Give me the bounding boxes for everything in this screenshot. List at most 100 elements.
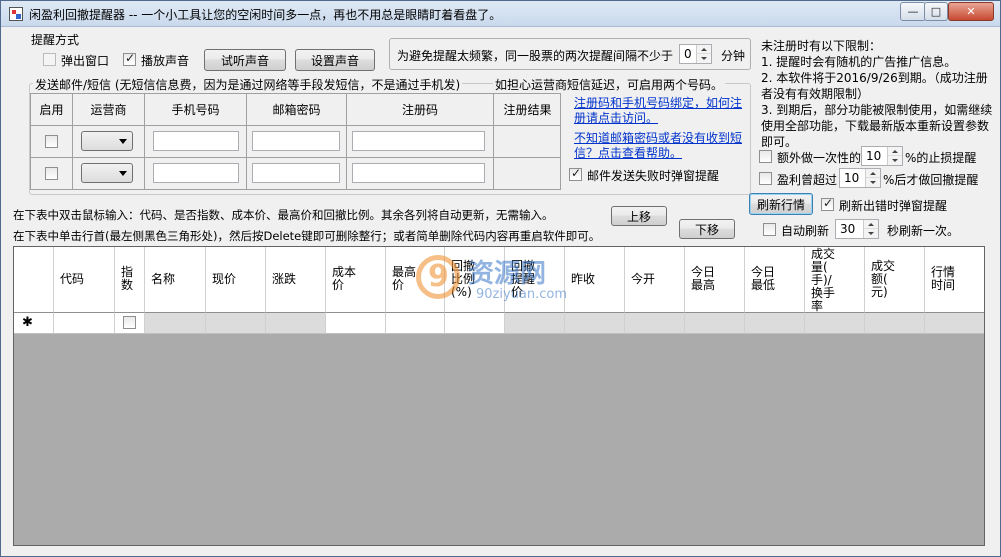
grid-col-price[interactable]: 现价 — [206, 247, 266, 313]
grid-row-header-corner — [14, 247, 54, 313]
chevron-down-icon — [119, 139, 127, 144]
grid-col-index[interactable]: 指 数 — [115, 247, 145, 313]
grid-col-day-high[interactable]: 今日 最高 — [685, 247, 745, 313]
stock-grid[interactable]: 代码 指 数 名称 现价 涨跌 成本 价 最高 价 回撤 比例 (%) 回撤 提… — [13, 246, 985, 546]
sms-col-reg-result: 注册结果 — [494, 94, 561, 126]
sms-col-email-password: 邮箱密码 — [247, 94, 347, 126]
auto-refresh-checkbox[interactable] — [763, 223, 776, 236]
sound-label: 播放声音 — [141, 54, 190, 68]
email-help-link[interactable]: 不知道邮箱密码或者没有收到短信？点击查看帮助。 — [574, 131, 744, 161]
sms-row-2-phone-input[interactable] — [153, 163, 239, 183]
profit-stepper-buttons[interactable] — [865, 169, 880, 187]
auto-refresh-value: 30 — [840, 222, 856, 236]
grid-col-prev-close[interactable]: 昨收 — [565, 247, 625, 313]
sms-row-1-result — [494, 126, 561, 158]
sms-row-2-password — [247, 158, 347, 190]
grid-new-row-header[interactable]: ✱ — [14, 313, 54, 334]
sms-row-1-phone-input[interactable] — [153, 131, 239, 151]
profit-checkbox[interactable] — [759, 172, 772, 185]
grid-col-volume[interactable]: 成交 量( 手)/ 换手 率 — [805, 247, 865, 313]
move-down-button[interactable]: 下移 — [679, 219, 735, 239]
grid-col-turnover[interactable]: 成交 额( 元) — [865, 247, 925, 313]
stepper-down-icon[interactable] — [697, 54, 711, 63]
interval-text: 为避免提醒太频繁，同一股票的两次提醒间隔不少于 — [397, 49, 674, 63]
auto-refresh-stepper-buttons[interactable] — [863, 220, 878, 238]
interval-stepper-buttons[interactable] — [696, 45, 711, 63]
refresh-error-checkbox[interactable] — [821, 196, 834, 211]
instruction-line-2: 在下表中单击行首(最左侧黑色三角形处)，然后按Delete键即可删除整行；或者简… — [13, 229, 601, 243]
stepper-down-icon[interactable] — [864, 229, 878, 238]
grid-cell-drawdown-ratio[interactable] — [445, 313, 505, 334]
grid-cell-code[interactable] — [54, 313, 115, 334]
sms-row-1-password — [247, 126, 347, 158]
set-sound-button[interactable]: 设置声音 — [295, 49, 375, 71]
grid-cell-prev-close — [565, 313, 625, 334]
new-row-marker-icon: ✱ — [22, 315, 33, 330]
grid-cell-index[interactable] — [115, 313, 145, 334]
sms-row-2-password-input[interactable] — [252, 163, 340, 183]
stepper-up-icon[interactable] — [866, 169, 880, 178]
stepper-up-icon[interactable] — [864, 220, 878, 229]
grid-col-cost[interactable]: 成本 价 — [326, 247, 386, 313]
sms-row-2-phone — [145, 158, 247, 190]
refresh-error-label: 刷新出错时弹窗提醒 — [839, 199, 948, 213]
auto-refresh-stepper[interactable]: 30 — [835, 219, 879, 239]
auto-refresh-label: 自动刷新 — [781, 224, 830, 238]
grid-col-code[interactable]: 代码 — [54, 247, 115, 313]
popup-checkbox[interactable] — [43, 53, 56, 66]
notice-line-3: 3. 到期后，部分功能被限制使用，如需继续使用全部功能，下载最新版本重新设置参数… — [761, 103, 993, 149]
grid-cell-price — [206, 313, 266, 334]
grid-col-quote-time[interactable]: 行情 时间 — [925, 247, 984, 313]
sms-row-1-carrier-select[interactable] — [81, 131, 133, 151]
stoploss-stepper-buttons[interactable] — [887, 147, 902, 165]
grid-index-checkbox[interactable] — [123, 316, 136, 329]
profit-stepper[interactable]: 10 — [839, 168, 881, 188]
sms-col-enable: 启用 — [31, 94, 73, 126]
sound-checkbox[interactable] — [123, 51, 136, 66]
grid-col-change[interactable]: 涨跌 — [266, 247, 326, 313]
sms-row-2-regcode-input[interactable] — [352, 163, 485, 183]
grid-col-label: 代码 — [60, 272, 85, 286]
stepper-up-icon[interactable] — [697, 45, 711, 54]
send-fail-popup-checkbox[interactable] — [569, 166, 582, 181]
grid-col-drawdown-price[interactable]: 回撤 提醒 价 — [505, 247, 565, 313]
sms-row-1-enable-checkbox[interactable] — [45, 135, 58, 148]
app-window: 闲盈利回撤提醒器 -- 一个小工具让您的空闲时间多一点，再也不用总是眼睛盯着看盘… — [0, 0, 1001, 557]
grid-cell-drawdown-price — [505, 313, 565, 334]
sms-row-1-enable — [31, 126, 73, 158]
minimize-button[interactable]: — — [900, 2, 926, 21]
refresh-quotes-button[interactable]: 刷新行情 — [749, 193, 813, 215]
stoploss-checkbox[interactable] — [759, 150, 772, 163]
sms-row-2-enable — [31, 158, 73, 190]
sms-row-1-regcode-input[interactable] — [352, 131, 485, 151]
grid-col-open[interactable]: 今开 — [625, 247, 685, 313]
reminder-group-title: 提醒方式 — [31, 33, 80, 47]
grid-col-label: 名称 — [151, 272, 176, 286]
grid-col-label: 今开 — [631, 272, 656, 286]
sms-row-2-enable-checkbox[interactable] — [45, 167, 58, 180]
test-sound-button[interactable]: 试听声音 — [204, 49, 286, 71]
sms-row-1-password-input[interactable] — [252, 131, 340, 151]
grid-col-name[interactable]: 名称 — [145, 247, 206, 313]
grid-col-day-low[interactable]: 今日 最低 — [745, 247, 805, 313]
maximize-button[interactable]: □ — [924, 2, 948, 21]
grid-col-drawdown-ratio[interactable]: 回撤 比例 (%) — [445, 247, 505, 313]
profit-suffix: %后才做回撤提醒 — [883, 173, 979, 187]
stoploss-stepper[interactable]: 10 — [861, 146, 903, 166]
interval-stepper[interactable]: 0 — [679, 44, 712, 64]
stepper-down-icon[interactable] — [888, 156, 902, 165]
grid-cell-high[interactable] — [386, 313, 445, 334]
grid-cell-volume — [805, 313, 865, 334]
stepper-down-icon[interactable] — [866, 178, 880, 187]
register-bind-link[interactable]: 注册码和手机号码绑定，如何注册请点击访问。 — [574, 96, 744, 126]
grid-col-label: 回撤 提醒 价 — [511, 259, 536, 299]
move-up-button[interactable]: 上移 — [611, 206, 667, 226]
sms-row-2-result — [494, 158, 561, 190]
grid-cell-cost[interactable] — [326, 313, 386, 334]
chevron-down-icon — [119, 171, 127, 176]
sms-row-2-regcode — [347, 158, 494, 190]
grid-col-high[interactable]: 最高 价 — [386, 247, 445, 313]
sms-row-2-carrier-select[interactable] — [81, 163, 133, 183]
stepper-up-icon[interactable] — [888, 147, 902, 156]
close-button[interactable]: ✕ — [948, 2, 994, 21]
